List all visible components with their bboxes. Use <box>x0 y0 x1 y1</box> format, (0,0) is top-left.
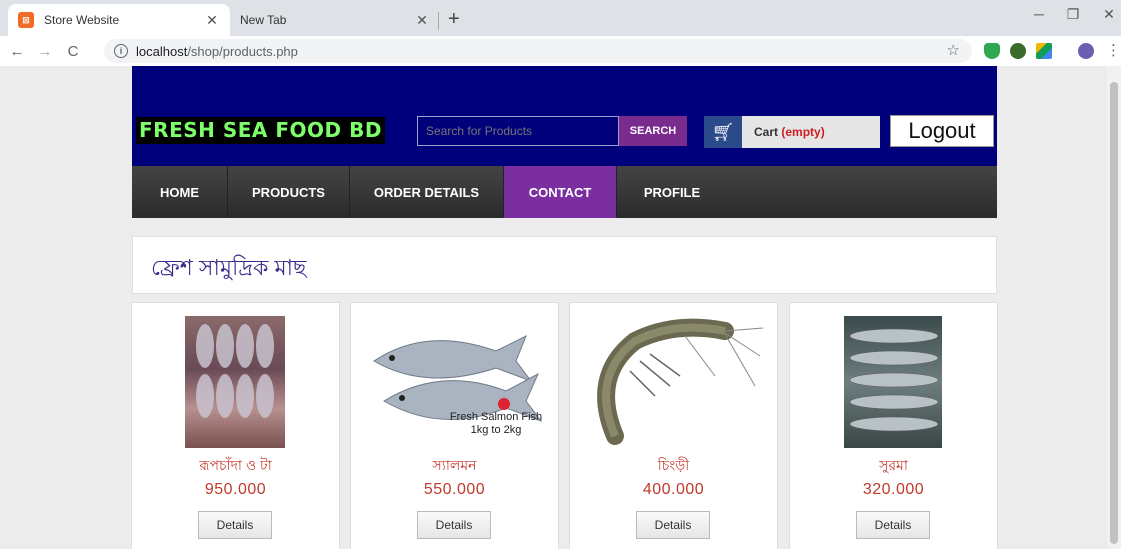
minimize-icon[interactable]: ─ <box>1024 6 1054 22</box>
product-image[interactable] <box>844 316 942 448</box>
cart-status: (empty) <box>781 125 825 139</box>
site-header: FRESH SEA FOOD BD SEARCH 🛒︎ Cart (empty)… <box>132 66 997 166</box>
url-host: localhost <box>136 43 188 59</box>
address-bar[interactable]: i localhost/shop/products.php ☆ <box>104 39 972 63</box>
nav-item-products[interactable]: PRODUCTS <box>228 166 350 218</box>
search-button[interactable]: SEARCH <box>619 116 687 146</box>
drive-icon[interactable] <box>1036 43 1052 59</box>
back-icon[interactable]: ← <box>6 43 28 60</box>
product-name[interactable]: স্যালমন <box>351 454 558 478</box>
reload-icon[interactable]: C <box>62 43 84 60</box>
section-title-box: ফ্রেশ সামুদ্রিক মাছ <box>132 236 997 294</box>
close-window-icon[interactable]: ✕ <box>1094 6 1121 23</box>
product-name[interactable]: চিংড়ী <box>570 454 777 478</box>
fish-image-surma <box>849 328 939 432</box>
fish-image-pomfret <box>196 324 274 418</box>
nav-item-profile[interactable]: PROFILE <box>617 166 727 218</box>
section-title: ফ্রেশ সামুদ্রিক মাছ <box>151 255 307 280</box>
details-button[interactable]: Details <box>417 511 491 539</box>
shrimp-image <box>597 318 764 445</box>
details-button[interactable]: Details <box>636 511 710 539</box>
product-price: 550.000 <box>423 481 486 498</box>
nav-item-order-details[interactable]: ORDER DETAILS <box>350 166 504 218</box>
cart-label: Cart <box>754 125 779 139</box>
new-tab-plus-icon[interactable]: + <box>448 8 460 31</box>
product-price: 320.000 <box>862 481 925 498</box>
tab-separator <box>438 12 439 30</box>
cart-widget[interactable]: 🛒︎ Cart (empty) <box>704 116 880 148</box>
bookmark-star-icon[interactable]: ☆ <box>947 41 960 59</box>
main-nav: HOME PRODUCTS ORDER DETAILS CONTACT PROF… <box>132 166 997 218</box>
forward-icon[interactable]: → <box>34 43 56 60</box>
logout-button[interactable]: Logout <box>890 115 994 147</box>
url-path: /shop/products.php <box>187 43 298 59</box>
browser-tab-bar: ⊠ Store Website ✕ New Tab ✕ + ─ ❐ ✕ <box>0 0 1121 36</box>
image-caption: Fresh Salmon Fish 1kg to 2kg <box>449 411 543 436</box>
close-icon[interactable]: ✕ <box>414 12 430 29</box>
cart-text: Cart (empty) <box>754 125 825 139</box>
product-name[interactable]: সুরমা <box>790 454 997 478</box>
menu-dots-icon[interactable]: ⋮ <box>1106 41 1121 59</box>
tab-title: New Tab <box>240 13 287 27</box>
product-card: সুরমা 320.000 Details <box>789 302 998 549</box>
restore-icon[interactable]: ❐ <box>1058 6 1088 23</box>
product-price: 400.000 <box>642 481 705 498</box>
browser-toolbar: ← → C i localhost/shop/products.php ☆ <box>0 36 1121 66</box>
product-card: চিংড়ী 400.000 Details <box>569 302 778 549</box>
extension-icon[interactable] <box>1010 43 1026 59</box>
product-price: 950.000 <box>204 481 267 498</box>
page-viewport: FRESH SEA FOOD BD SEARCH 🛒︎ Cart (empty)… <box>0 66 1121 549</box>
shield-extension-icon[interactable] <box>984 43 1000 59</box>
nav-item-contact[interactable]: CONTACT <box>504 166 617 218</box>
cart-icon[interactable]: 🛒︎ <box>704 116 742 148</box>
close-icon[interactable]: ✕ <box>204 12 220 29</box>
product-card: Fresh Salmon Fish 1kg to 2kg স্যালমন 550… <box>350 302 559 549</box>
product-card: রূপচাঁদা ও টা 950.000 Details <box>131 302 340 549</box>
info-icon[interactable]: i <box>114 44 128 58</box>
nav-item-home[interactable]: HOME <box>132 166 228 218</box>
product-image[interactable] <box>585 316 765 448</box>
product-name[interactable]: রূপচাঁদা ও টা <box>132 454 339 478</box>
tab-title: Store Website <box>44 13 120 27</box>
details-button[interactable]: Details <box>856 511 930 539</box>
site-logo[interactable]: FRESH SEA FOOD BD <box>136 117 385 144</box>
profile-avatar-icon[interactable] <box>1078 43 1094 59</box>
tab-new-tab[interactable]: New Tab ✕ <box>232 4 438 36</box>
product-image[interactable] <box>185 316 285 448</box>
search-input[interactable] <box>417 116 619 146</box>
scroll-thumb[interactable] <box>1110 82 1118 544</box>
tab-store-website[interactable]: ⊠ Store Website ✕ <box>8 4 230 36</box>
details-button[interactable]: Details <box>198 511 272 539</box>
xampp-icon: ⊠ <box>18 12 34 28</box>
page-scrollbar[interactable] <box>1107 66 1121 549</box>
